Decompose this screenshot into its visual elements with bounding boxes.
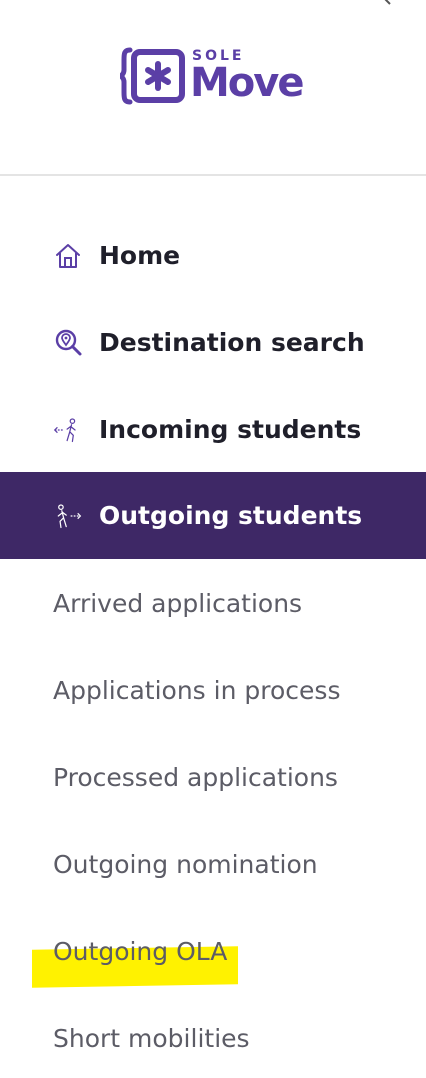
sidebar: SOLE Move Home Destination search Incomi… [0, 0, 426, 1078]
subnav-item-processed-applications[interactable]: Processed applications [0, 734, 426, 821]
incoming-walker-icon [53, 415, 83, 445]
logo-text-large: Move [190, 60, 304, 106]
nav-item-destination-search[interactable]: Destination search [0, 299, 426, 386]
nav-item-label: Incoming students [99, 415, 362, 444]
subnav-item-label: Outgoing OLA [53, 937, 228, 966]
nav-item-home[interactable]: Home [0, 212, 426, 299]
home-icon [53, 241, 83, 271]
subnav-item-label: Processed applications [53, 763, 338, 792]
subnav-item-arrived-applications[interactable]: Arrived applications [0, 560, 426, 647]
subnav-item-label: Arrived applications [53, 589, 303, 618]
map-search-icon [53, 328, 83, 358]
subnav-item-outgoing-ola[interactable]: Outgoing OLA [0, 908, 426, 995]
subnav-item-label: Outgoing nomination [53, 850, 318, 879]
subnav-item-outgoing-nomination[interactable]: Outgoing nomination [0, 821, 426, 908]
subnav-item-short-mobilities[interactable]: Short mobilities [0, 995, 426, 1078]
subnav-item-applications-in-process[interactable]: Applications in process [0, 647, 426, 734]
nav-item-outgoing-students[interactable]: Outgoing students [0, 472, 426, 559]
nav-item-label: Home [99, 241, 181, 270]
nav-item-incoming-students[interactable]: Incoming students [0, 386, 426, 473]
nav-item-label: Destination search [99, 328, 365, 357]
header-divider [0, 174, 426, 176]
nav-item-label: Outgoing students [99, 501, 363, 530]
subnav-item-label: Short mobilities [53, 1024, 250, 1053]
subnav-item-label: Applications in process [53, 676, 341, 705]
logo-mark-icon [120, 47, 185, 105]
outgoing-walker-icon [53, 501, 83, 531]
sole-move-logo[interactable]: SOLE Move [120, 46, 304, 108]
logo-area: SOLE Move [0, 0, 426, 175]
